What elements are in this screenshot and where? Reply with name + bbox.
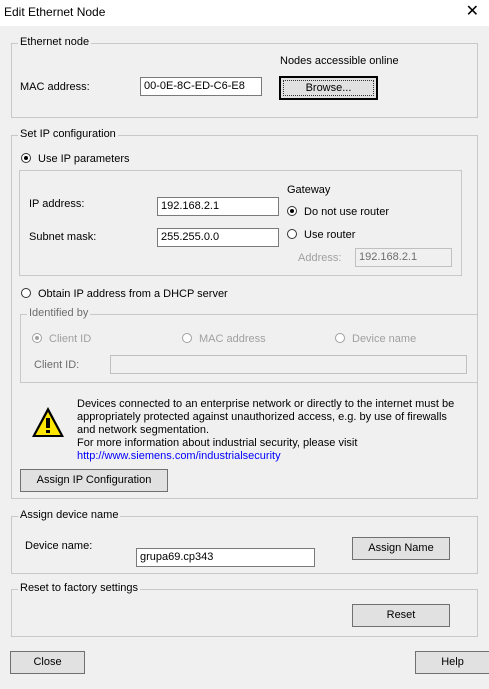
dhcp-radio[interactable] xyxy=(21,288,31,298)
no-router-radio[interactable] xyxy=(287,206,297,216)
router-address-field: 192.168.2.1 xyxy=(355,248,452,267)
title-bar: Edit Ethernet Node ✕ xyxy=(0,0,489,26)
assign-name-button[interactable]: Assign Name xyxy=(352,537,450,560)
client-id-label: Client ID: xyxy=(34,359,80,371)
client-id-field xyxy=(110,355,467,374)
warning-line-4: For more information about industrial se… xyxy=(77,437,358,449)
ip-address-label: IP address: xyxy=(29,198,85,210)
use-ip-radio[interactable] xyxy=(21,153,31,163)
warning-text: Devices connected to an enterprise netwo… xyxy=(77,398,454,463)
reset-legend: Reset to factory settings xyxy=(18,582,140,594)
subnet-mask-field[interactable]: 255.255.0.0 xyxy=(157,228,279,247)
nodes-online-label: Nodes accessible online xyxy=(280,55,399,67)
ip-config-legend: Set IP configuration xyxy=(18,128,118,140)
window-title: Edit Ethernet Node xyxy=(4,5,106,19)
device-name-option-radio[interactable] xyxy=(335,333,345,343)
reset-button[interactable]: Reset xyxy=(352,604,450,627)
dhcp-label: Obtain IP address from a DHCP server xyxy=(38,288,228,300)
device-name-option-label: Device name xyxy=(352,333,417,345)
close-icon[interactable]: ✕ xyxy=(466,2,479,22)
client-id-radio[interactable] xyxy=(32,333,42,343)
warning-line-1: Devices connected to an enterprise netwo… xyxy=(77,398,455,410)
warning-line-3: and network segmentation. xyxy=(77,424,210,436)
mac-address-label: MAC address: xyxy=(20,81,90,93)
subnet-mask-label: Subnet mask: xyxy=(29,231,97,243)
use-router-label: Use router xyxy=(304,229,356,241)
identified-by-legend: Identified by xyxy=(27,307,91,319)
device-name-legend: Assign device name xyxy=(18,509,121,521)
use-ip-label: Use IP parameters xyxy=(38,153,130,165)
warning-line-2: appropriately protected against unauthor… xyxy=(77,411,447,423)
device-name-field[interactable]: grupa69.cp343 xyxy=(136,548,315,567)
gateway-label: Gateway xyxy=(287,184,331,196)
client-id-option-label: Client ID xyxy=(49,333,92,345)
mac-option-radio[interactable] xyxy=(182,333,192,343)
warning-icon xyxy=(31,405,65,439)
help-button[interactable]: Help xyxy=(415,651,489,674)
close-button[interactable]: Close xyxy=(10,651,85,674)
assign-ip-button[interactable]: Assign IP Configuration xyxy=(20,469,168,492)
browse-button[interactable]: Browse... xyxy=(279,76,378,100)
use-router-radio[interactable] xyxy=(287,229,297,239)
no-router-label: Do not use router xyxy=(304,206,389,218)
security-link[interactable]: http://www.siemens.com/industrialsecurit… xyxy=(77,450,454,463)
ethernet-node-legend: Ethernet node xyxy=(18,36,92,48)
mac-option-label: MAC address xyxy=(199,333,266,345)
router-address-label: Address: xyxy=(298,252,342,264)
device-name-label: Device name: xyxy=(25,540,93,552)
mac-address-field[interactable]: 00-0E-8C-ED-C6-E8 xyxy=(140,77,262,96)
ip-address-field[interactable]: 192.168.2.1 xyxy=(157,197,279,216)
